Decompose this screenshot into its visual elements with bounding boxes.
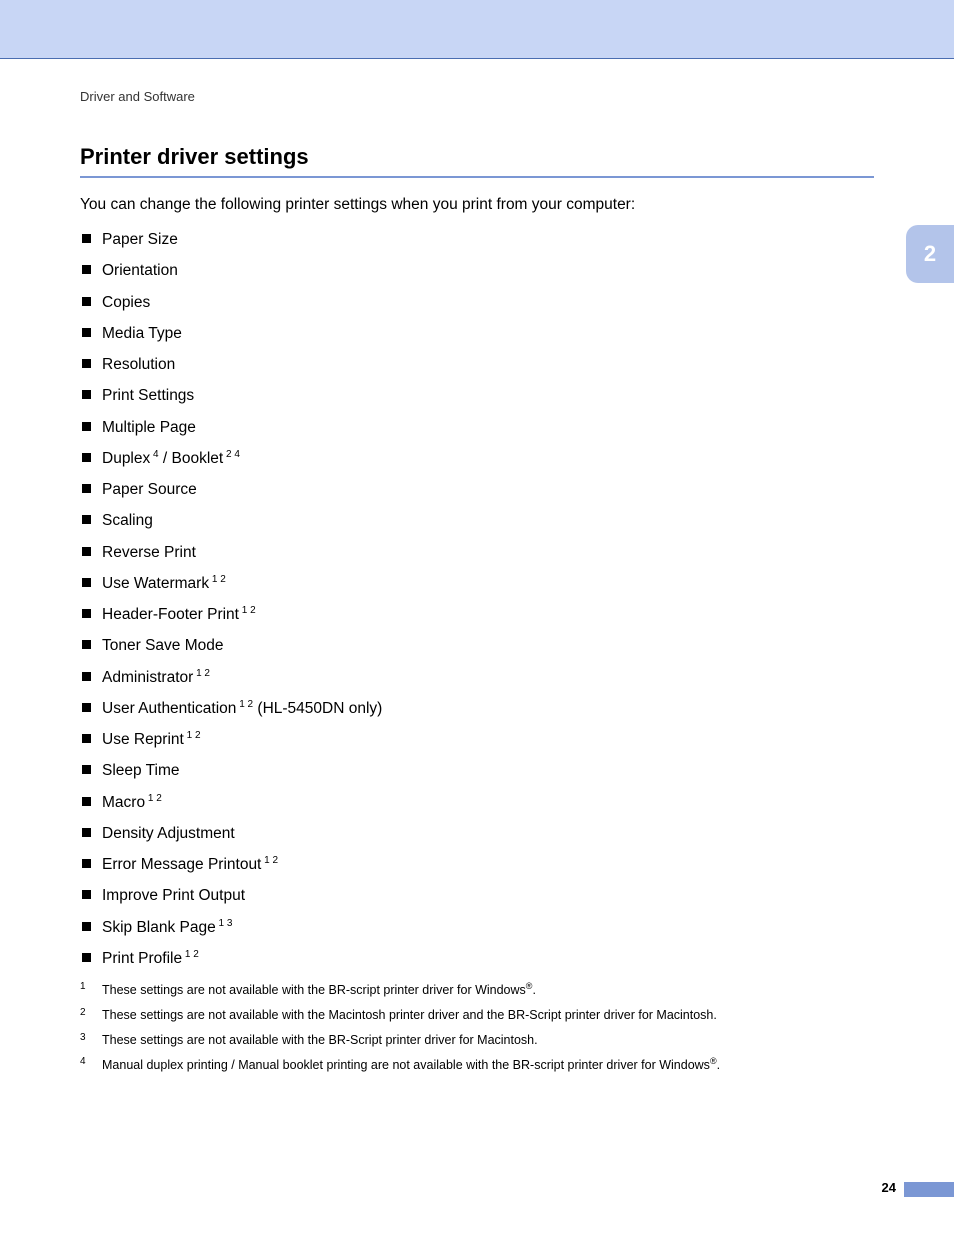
footnote-text: These settings are not available with th… <box>102 980 874 1000</box>
setting-label: Use Watermark <box>102 575 209 592</box>
list-item: Paper Source <box>80 478 874 501</box>
footnote-ref: 1 2 <box>145 792 162 803</box>
page-number: 24 <box>882 1180 896 1195</box>
list-item: Print Profile 1 2 <box>80 947 874 970</box>
footnote-ref: 1 2 <box>209 574 226 585</box>
list-item: Skip Blank Page 1 3 <box>80 916 874 939</box>
list-item: Duplex 4 / Booklet 2 4 <box>80 447 874 470</box>
setting-label: Sleep Time <box>102 762 180 779</box>
setting-label: Media Type <box>102 325 182 342</box>
list-item: Orientation <box>80 259 874 282</box>
footnote-ref: 1 2 <box>236 699 253 710</box>
setting-label: Scaling <box>102 512 153 529</box>
chapter-tab: 2 <box>906 225 954 283</box>
list-item: Administrator 1 2 <box>80 666 874 689</box>
footnote-ref: 1 2 <box>193 667 210 678</box>
breadcrumb: Driver and Software <box>80 89 874 104</box>
setting-label: Print Profile <box>102 950 182 967</box>
chapter-number: 2 <box>924 241 936 267</box>
list-item: Error Message Printout 1 2 <box>80 853 874 876</box>
setting-label: Print Settings <box>102 387 194 404</box>
page-title: Printer driver settings <box>80 144 874 170</box>
footnote-ref: 1 3 <box>216 917 233 928</box>
footnote: 3 These settings are not available with … <box>80 1031 874 1050</box>
setting-label: Orientation <box>102 262 178 279</box>
setting-label: Improve Print Output <box>102 887 245 904</box>
list-item: Header-Footer Print 1 2 <box>80 603 874 626</box>
footnote-ref: 1 2 <box>239 605 256 616</box>
footnotes: 1 These settings are not available with … <box>80 980 874 1075</box>
setting-suffix: (HL-5450DN only) <box>253 700 382 717</box>
list-item: Media Type <box>80 322 874 345</box>
heading-underline <box>80 176 874 178</box>
footnote-text: These settings are not available with th… <box>102 1031 874 1050</box>
footnote-ref: 2 4 <box>223 449 240 460</box>
setting-label: Density Adjustment <box>102 825 235 842</box>
list-item: Multiple Page <box>80 416 874 439</box>
list-item: Use Watermark 1 2 <box>80 572 874 595</box>
list-item: Sleep Time <box>80 759 874 782</box>
setting-label: Reverse Print <box>102 544 196 561</box>
footnote-ref: 1 2 <box>182 949 199 960</box>
setting-label: User Authentication <box>102 700 236 717</box>
footnote-text: These settings are not available with th… <box>102 1006 874 1025</box>
setting-label: Error Message Printout <box>102 856 261 873</box>
list-item: Macro 1 2 <box>80 791 874 814</box>
setting-label: Administrator <box>102 669 193 686</box>
setting-label: Header-Footer Print <box>102 606 239 623</box>
setting-label: / Booklet <box>159 450 224 467</box>
list-item: Use Reprint 1 2 <box>80 728 874 751</box>
setting-label: Paper Size <box>102 231 178 248</box>
footnote-number: 4 <box>80 1055 102 1069</box>
footnote-ref: 4 <box>150 449 158 460</box>
settings-list: Paper Size Orientation Copies Media Type… <box>80 228 874 970</box>
header-bar <box>0 0 954 58</box>
setting-label: Paper Source <box>102 481 197 498</box>
setting-label: Multiple Page <box>102 419 196 436</box>
setting-label: Duplex <box>102 450 150 467</box>
footnote: 1 These settings are not available with … <box>80 980 874 1000</box>
footnote-number: 1 <box>80 980 102 994</box>
list-item: Reverse Print <box>80 541 874 564</box>
setting-label: Macro <box>102 794 145 811</box>
footnote: 2 These settings are not available with … <box>80 1006 874 1025</box>
footnote-number: 3 <box>80 1031 102 1045</box>
list-item: User Authentication 1 2 (HL-5450DN only) <box>80 697 874 720</box>
intro-text: You can change the following printer set… <box>80 196 874 214</box>
list-item: Resolution <box>80 353 874 376</box>
list-item: Paper Size <box>80 228 874 251</box>
list-item: Improve Print Output <box>80 884 874 907</box>
list-item: Scaling <box>80 509 874 532</box>
page-accent <box>904 1182 954 1197</box>
list-item: Print Settings <box>80 384 874 407</box>
footnote: 4 Manual duplex printing / Manual bookle… <box>80 1055 874 1075</box>
list-item: Copies <box>80 291 874 314</box>
list-item: Toner Save Mode <box>80 634 874 657</box>
setting-label: Resolution <box>102 356 175 373</box>
page-content: Driver and Software Printer driver setti… <box>0 59 954 1075</box>
setting-label: Toner Save Mode <box>102 637 224 654</box>
setting-label: Copies <box>102 294 150 311</box>
footnote-number: 2 <box>80 1006 102 1020</box>
footnote-ref: 1 2 <box>184 730 201 741</box>
list-item: Density Adjustment <box>80 822 874 845</box>
footnote-text: Manual duplex printing / Manual booklet … <box>102 1055 874 1075</box>
setting-label: Use Reprint <box>102 731 184 748</box>
setting-label: Skip Blank Page <box>102 919 216 936</box>
footnote-ref: 1 2 <box>261 855 278 866</box>
